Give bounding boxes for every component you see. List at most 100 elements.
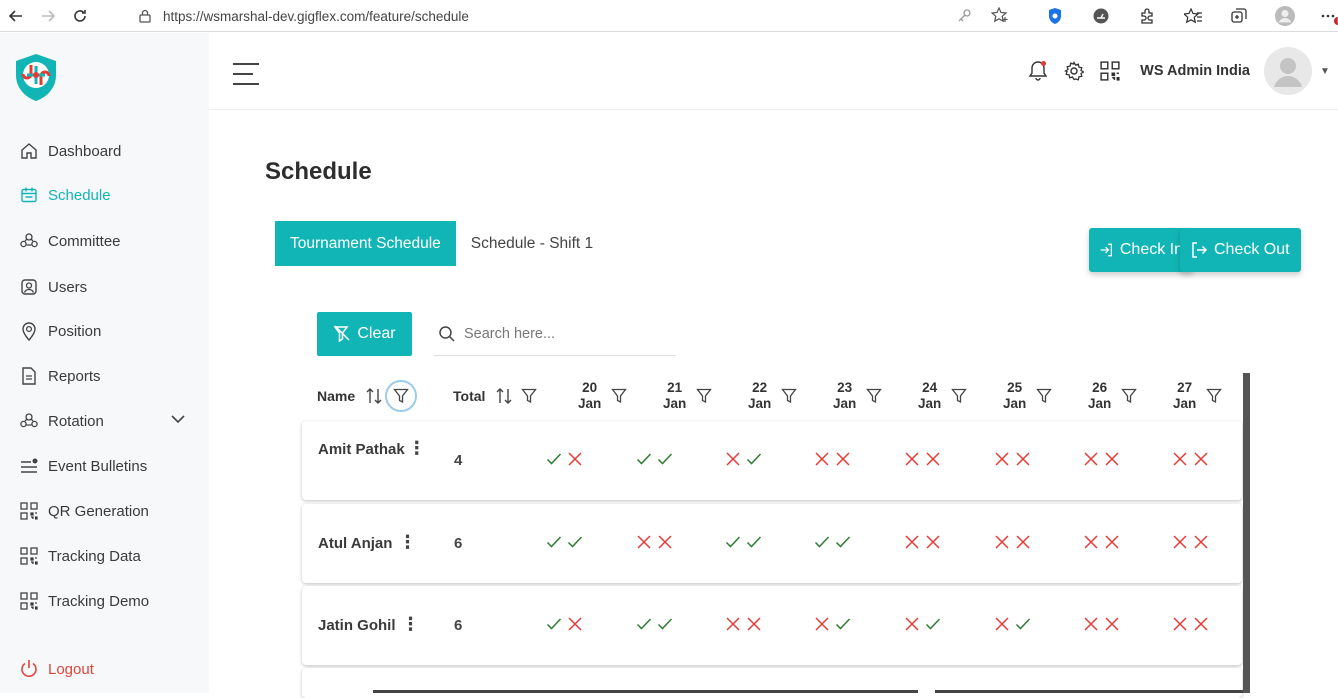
sidebar-item-schedule[interactable]: Schedule	[18, 182, 198, 208]
filter-icon[interactable]	[696, 388, 713, 404]
check-icon[interactable]	[544, 532, 564, 552]
cross-icon[interactable]	[992, 614, 1012, 634]
cross-icon[interactable]	[902, 449, 922, 469]
filter-icon[interactable]	[611, 388, 628, 404]
kebab-menu-icon[interactable]: ⋮	[398, 532, 416, 553]
cross-icon[interactable]	[1191, 532, 1211, 552]
check-icon[interactable]	[1013, 614, 1033, 634]
clear-filter-button[interactable]: Clear	[317, 312, 412, 356]
cross-icon[interactable]	[1081, 532, 1101, 552]
check-icon[interactable]	[544, 449, 564, 469]
sidebar-item-tracking-data[interactable]: Tracking Data	[18, 543, 198, 569]
filter-icon[interactable]	[1206, 388, 1223, 404]
kebab-menu-icon[interactable]: ⋮	[402, 614, 420, 635]
sidebar-item-tracking-demo[interactable]: Tracking Demo	[18, 588, 198, 614]
cross-icon[interactable]	[723, 614, 743, 634]
filter-icon[interactable]	[1036, 388, 1053, 404]
kebab-menu-icon[interactable]: ⋮	[408, 439, 426, 457]
check-icon[interactable]	[655, 614, 675, 634]
cross-icon[interactable]	[655, 532, 675, 552]
cross-icon[interactable]	[1013, 532, 1033, 552]
cross-icon[interactable]	[923, 449, 943, 469]
key-icon[interactable]	[957, 7, 973, 26]
check-icon[interactable]	[544, 614, 564, 634]
hamburger-menu-icon[interactable]	[233, 63, 259, 85]
check-icon[interactable]	[812, 532, 832, 552]
sidebar-item-reports[interactable]: Reports	[18, 363, 198, 389]
sidebar-item-dashboard[interactable]: Dashboard	[18, 138, 198, 164]
cross-icon[interactable]	[723, 449, 743, 469]
check-in-button[interactable]: Check In	[1089, 228, 1193, 272]
check-icon[interactable]	[833, 532, 853, 552]
check-icon[interactable]	[565, 532, 585, 552]
check-icon[interactable]	[833, 614, 853, 634]
filter-icon[interactable]	[951, 388, 968, 404]
logout-button[interactable]: Logout	[18, 656, 198, 682]
cross-icon[interactable]	[1013, 449, 1033, 469]
check-icon[interactable]	[923, 614, 943, 634]
user-name[interactable]: WS Admin India	[1140, 63, 1250, 79]
cross-icon[interactable]	[565, 614, 585, 634]
check-icon[interactable]	[634, 614, 654, 634]
profile-icon[interactable]	[1262, 0, 1308, 32]
forward-arrow-icon[interactable]	[32, 0, 64, 32]
sidebar-item-position[interactable]: Position	[18, 318, 198, 344]
reload-icon[interactable]	[64, 0, 96, 32]
cross-icon[interactable]	[1102, 614, 1122, 634]
check-icon[interactable]	[634, 449, 654, 469]
check-icon[interactable]	[723, 532, 743, 552]
filter-icon[interactable]	[781, 388, 798, 404]
cross-icon[interactable]	[1170, 614, 1190, 634]
sidebar-item-qr-generation[interactable]: QR Generation	[18, 498, 198, 524]
shield-extension-icon[interactable]	[1032, 0, 1078, 32]
tab-schedule-shift-1[interactable]: Schedule - Shift 1	[456, 221, 608, 266]
extensions-puzzle-icon[interactable]	[1124, 0, 1170, 32]
sidebar-item-event-bulletins[interactable]: Event Bulletins	[18, 453, 198, 479]
cross-icon[interactable]	[992, 449, 1012, 469]
table-scrollbar[interactable]	[1243, 373, 1250, 693]
app-logo[interactable]	[10, 51, 62, 103]
caret-down-icon[interactable]: ▼	[1312, 66, 1338, 77]
check-icon[interactable]	[655, 449, 675, 469]
avatar[interactable]	[1264, 47, 1312, 95]
table-row[interactable]: Atul Anjan ⋮ 6	[302, 504, 1242, 583]
cross-icon[interactable]	[902, 532, 922, 552]
favorite-star-icon[interactable]	[990, 6, 1009, 26]
cross-icon[interactable]	[1102, 449, 1122, 469]
sort-icon[interactable]	[365, 387, 383, 405]
cross-icon[interactable]	[812, 449, 832, 469]
cross-icon[interactable]	[902, 614, 922, 634]
cross-icon[interactable]	[1170, 532, 1190, 552]
cross-icon[interactable]	[812, 614, 832, 634]
sort-icon[interactable]	[495, 387, 513, 405]
more-menu-icon[interactable]: !	[1308, 0, 1338, 32]
cross-icon[interactable]	[1081, 614, 1101, 634]
table-row[interactable]: Jatin Gohil ⋮ 6	[302, 586, 1242, 665]
speedometer-extension-icon[interactable]	[1078, 0, 1124, 32]
cross-icon[interactable]	[1191, 614, 1211, 634]
sidebar-item-rotation[interactable]: Rotation	[18, 408, 198, 434]
cross-icon[interactable]	[1170, 449, 1190, 469]
table-row[interactable]: Amit Pathak ⋮ 4	[302, 421, 1242, 500]
address-bar[interactable]: https://wsmarshal-dev.gigflex.com/featur…	[127, 3, 1019, 29]
check-icon[interactable]	[744, 449, 764, 469]
table-row[interactable]	[302, 668, 1242, 698]
cross-icon[interactable]	[1191, 449, 1211, 469]
filter-icon[interactable]	[866, 388, 883, 404]
cross-icon[interactable]	[1081, 449, 1101, 469]
sidebar-item-committee[interactable]: Committee	[18, 228, 198, 254]
qr-code-icon[interactable]	[1092, 53, 1128, 89]
filter-icon[interactable]	[1121, 388, 1138, 404]
collections-icon[interactable]	[1216, 0, 1262, 32]
sidebar-item-users[interactable]: Users	[18, 274, 198, 300]
cross-icon[interactable]	[634, 532, 654, 552]
back-arrow-icon[interactable]	[0, 0, 32, 32]
cross-icon[interactable]	[833, 449, 853, 469]
cross-icon[interactable]	[565, 449, 585, 469]
search-input[interactable]	[464, 325, 664, 342]
filter-icon[interactable]	[385, 380, 418, 412]
favorites-icon[interactable]	[1170, 0, 1216, 32]
filter-icon[interactable]	[521, 388, 538, 404]
cross-icon[interactable]	[992, 532, 1012, 552]
settings-gear-icon[interactable]	[1056, 53, 1092, 89]
